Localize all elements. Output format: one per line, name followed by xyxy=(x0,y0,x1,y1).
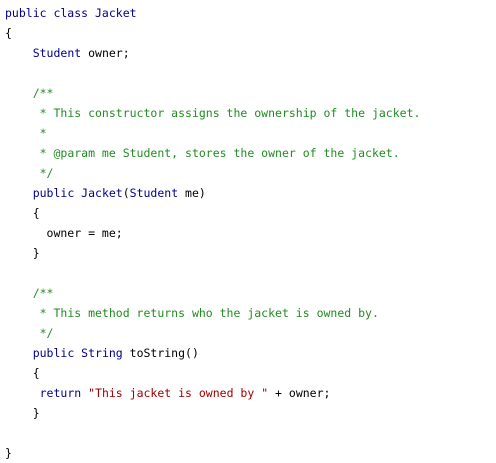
code-line: } xyxy=(5,403,493,423)
code-line: Student owner; xyxy=(5,43,493,63)
comment-token: * This method returns who the jacket is … xyxy=(39,306,379,320)
code-line: * xyxy=(5,123,493,143)
text-token: owner = me; xyxy=(5,226,123,240)
keyword-token: public Jacket xyxy=(32,186,123,200)
text-token: { xyxy=(5,366,40,380)
code-line: public String toString() xyxy=(5,343,493,363)
keyword-token: public class Jacket xyxy=(5,6,137,20)
code-line: */ xyxy=(5,323,493,343)
text-token: toString() xyxy=(122,346,199,360)
code-line: owner = me; xyxy=(5,223,493,243)
code-line: } xyxy=(5,443,493,463)
code-line: { xyxy=(5,363,493,383)
code-line: { xyxy=(5,23,493,43)
keyword-token: Student xyxy=(32,46,82,60)
text-token: } xyxy=(5,246,40,260)
comment-token: /** xyxy=(32,86,54,100)
comment-token: * @param me Student, stores the owner of… xyxy=(39,146,400,160)
keyword-token: Student xyxy=(129,186,179,200)
text-token: { xyxy=(5,206,40,220)
code-line: } xyxy=(5,243,493,263)
text-token: ( xyxy=(122,186,130,200)
text-token: } xyxy=(5,446,12,460)
comment-token: * xyxy=(39,126,47,140)
text-token: } xyxy=(5,406,40,420)
code-line: public Jacket(Student me) xyxy=(5,183,493,203)
text-token: + owner; xyxy=(268,386,331,400)
keyword-token: public String xyxy=(32,346,123,360)
text-token: owner; xyxy=(81,46,130,60)
text-token: me) xyxy=(178,186,206,200)
code-line: /** xyxy=(5,83,493,103)
code-block: public class Jacket{ Student owner; /** … xyxy=(5,3,493,463)
comment-token: */ xyxy=(39,326,54,340)
string-token: "This jacket is owned by " xyxy=(88,386,269,400)
code-line: public class Jacket xyxy=(5,3,493,23)
code-line: /** xyxy=(5,283,493,303)
comment-token: */ xyxy=(39,166,54,180)
code-line: */ xyxy=(5,163,493,183)
code-line: * This method returns who the jacket is … xyxy=(5,303,493,323)
code-line: return "This jacket is owned by " + owne… xyxy=(5,383,493,403)
keyword-token: return xyxy=(39,386,82,400)
text-token: { xyxy=(5,26,12,40)
code-line: * This constructor assigns the ownership… xyxy=(5,103,493,123)
comment-token: * This constructor assigns the ownership… xyxy=(39,106,421,120)
comment-token: /** xyxy=(32,286,54,300)
code-line: * @param me Student, stores the owner of… xyxy=(5,143,493,163)
code-line: { xyxy=(5,203,493,223)
